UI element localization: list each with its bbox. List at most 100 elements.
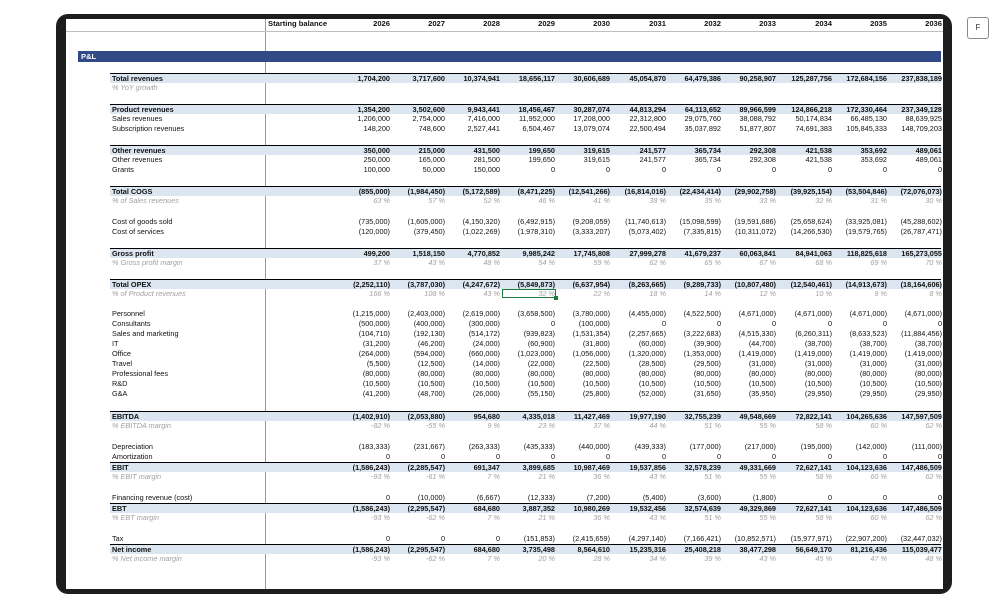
table-cell[interactable]: (4,515,330): [724, 329, 776, 338]
table-cell[interactable]: (8,263,665): [614, 280, 666, 289]
table-cell[interactable]: (15,098,599): [669, 217, 721, 226]
table-cell[interactable]: 0: [724, 165, 776, 174]
table-cell[interactable]: 1,206,000: [338, 114, 390, 123]
table-cell[interactable]: (1,402,910): [338, 412, 390, 421]
table-cell[interactable]: 0: [338, 534, 390, 543]
table-cell[interactable]: (29,950): [890, 389, 942, 398]
row-label[interactable]: % EBIT margin: [112, 472, 161, 481]
table-cell[interactable]: (2,053,880): [393, 412, 445, 421]
table-cell[interactable]: (55,150): [503, 389, 555, 398]
row-label[interactable]: Net income: [112, 545, 151, 554]
table-cell[interactable]: 150,000: [448, 165, 500, 174]
table-cell[interactable]: (4,297,140): [614, 534, 666, 543]
table-cell[interactable]: 499,200: [338, 249, 390, 258]
table-cell[interactable]: (31,000): [724, 359, 776, 368]
table-cell[interactable]: 241,577: [614, 155, 666, 164]
table-cell[interactable]: 21 %: [503, 513, 555, 522]
table-cell[interactable]: 33 %: [724, 196, 776, 205]
table-cell[interactable]: 9 %: [835, 289, 887, 298]
table-cell[interactable]: 22 %: [558, 289, 610, 298]
table-cell[interactable]: (2,295,547): [393, 545, 445, 554]
table-cell[interactable]: (48,700): [393, 389, 445, 398]
table-cell[interactable]: 50,000: [393, 165, 445, 174]
table-cell[interactable]: 353,692: [835, 155, 887, 164]
row-label[interactable]: Cost of services: [112, 227, 164, 236]
table-cell[interactable]: (1,586,243): [338, 545, 390, 554]
table-cell[interactable]: 60 %: [835, 472, 887, 481]
table-cell[interactable]: 45,054,870: [614, 74, 666, 83]
table-cell[interactable]: -93 %: [338, 513, 390, 522]
table-cell[interactable]: 49,329,869: [724, 504, 776, 513]
table-cell[interactable]: (9,208,059): [558, 217, 610, 226]
table-cell[interactable]: (12,500): [393, 359, 445, 368]
table-cell[interactable]: 55 %: [724, 421, 776, 430]
year-header-2029[interactable]: 2029: [505, 19, 555, 28]
table-cell[interactable]: 748,600: [393, 124, 445, 133]
table-cell[interactable]: (32,447,032): [890, 534, 942, 543]
row-label[interactable]: Cost of goods sold: [112, 217, 172, 226]
table-cell[interactable]: (10,500): [835, 379, 887, 388]
table-cell[interactable]: (2,285,547): [393, 463, 445, 472]
table-cell[interactable]: (1,531,354): [558, 329, 610, 338]
table-cell[interactable]: (264,000): [338, 349, 390, 358]
table-cell[interactable]: (379,450): [393, 227, 445, 236]
table-cell[interactable]: (1,800): [724, 493, 776, 502]
table-cell[interactable]: 365,734: [669, 155, 721, 164]
table-cell[interactable]: 11,952,000: [503, 114, 555, 123]
table-cell[interactable]: 56,649,170: [780, 545, 832, 554]
table-cell[interactable]: (6,637,954): [558, 280, 610, 289]
table-cell[interactable]: 65 %: [669, 258, 721, 267]
table-cell[interactable]: 72,822,141: [780, 412, 832, 421]
table-cell[interactable]: (45,288,602): [890, 217, 942, 226]
row-label[interactable]: % YoY growth: [112, 83, 158, 92]
table-cell[interactable]: (80,000): [503, 369, 555, 378]
table-cell[interactable]: 32,574,639: [669, 504, 721, 513]
table-cell[interactable]: (3,222,683): [669, 329, 721, 338]
table-cell[interactable]: (80,000): [448, 369, 500, 378]
table-cell[interactable]: (192,130): [393, 329, 445, 338]
table-cell[interactable]: 38,088,792: [724, 114, 776, 123]
table-cell[interactable]: 9 %: [448, 421, 500, 430]
table-cell[interactable]: 34 %: [614, 554, 666, 563]
table-cell[interactable]: 72,627,141: [780, 463, 832, 472]
table-cell[interactable]: 684,680: [448, 545, 500, 554]
table-cell[interactable]: (120,000): [338, 227, 390, 236]
table-cell[interactable]: (1,056,000): [558, 349, 610, 358]
table-cell[interactable]: (41,200): [338, 389, 390, 398]
table-cell[interactable]: 30 %: [890, 196, 942, 205]
row-label[interactable]: Gross profit: [112, 249, 154, 258]
table-cell[interactable]: (31,650): [669, 389, 721, 398]
table-cell[interactable]: 51 %: [669, 513, 721, 522]
table-cell[interactable]: (38,700): [780, 339, 832, 348]
table-cell[interactable]: (10,000): [393, 493, 445, 502]
table-cell[interactable]: (2,415,659): [558, 534, 610, 543]
table-cell[interactable]: (38,700): [835, 339, 887, 348]
table-cell[interactable]: 84,941,063: [780, 249, 832, 258]
table-cell[interactable]: 55 %: [724, 472, 776, 481]
table-cell[interactable]: 10 %: [780, 289, 832, 298]
table-cell[interactable]: -62 %: [393, 513, 445, 522]
table-cell[interactable]: (22,500): [558, 359, 610, 368]
table-cell[interactable]: 3,899,685: [503, 463, 555, 472]
table-cell[interactable]: (60,000): [614, 339, 666, 348]
table-cell[interactable]: 7 %: [448, 472, 500, 481]
table-cell[interactable]: (10,500): [724, 379, 776, 388]
table-cell[interactable]: 691,347: [448, 463, 500, 472]
table-cell[interactable]: 11,427,469: [558, 412, 610, 421]
table-cell[interactable]: (1,586,243): [338, 504, 390, 513]
table-cell[interactable]: (1,978,310): [503, 227, 555, 236]
row-label[interactable]: Professional fees: [112, 369, 168, 378]
table-cell[interactable]: 60 %: [835, 421, 887, 430]
table-cell[interactable]: 25,408,218: [669, 545, 721, 554]
year-header-2027[interactable]: 2027: [395, 19, 445, 28]
table-cell[interactable]: 0: [724, 452, 776, 461]
table-cell[interactable]: (16,814,016): [614, 187, 666, 196]
table-cell[interactable]: (500,000): [338, 319, 390, 328]
table-cell[interactable]: 18,656,117: [503, 74, 555, 83]
table-cell[interactable]: (1,419,000): [835, 349, 887, 358]
table-cell[interactable]: (300,000): [448, 319, 500, 328]
table-cell[interactable]: 0: [614, 319, 666, 328]
table-cell[interactable]: (1,605,000): [393, 217, 445, 226]
table-cell[interactable]: (3,780,000): [558, 309, 610, 318]
year-header-2032[interactable]: 2032: [671, 19, 721, 28]
